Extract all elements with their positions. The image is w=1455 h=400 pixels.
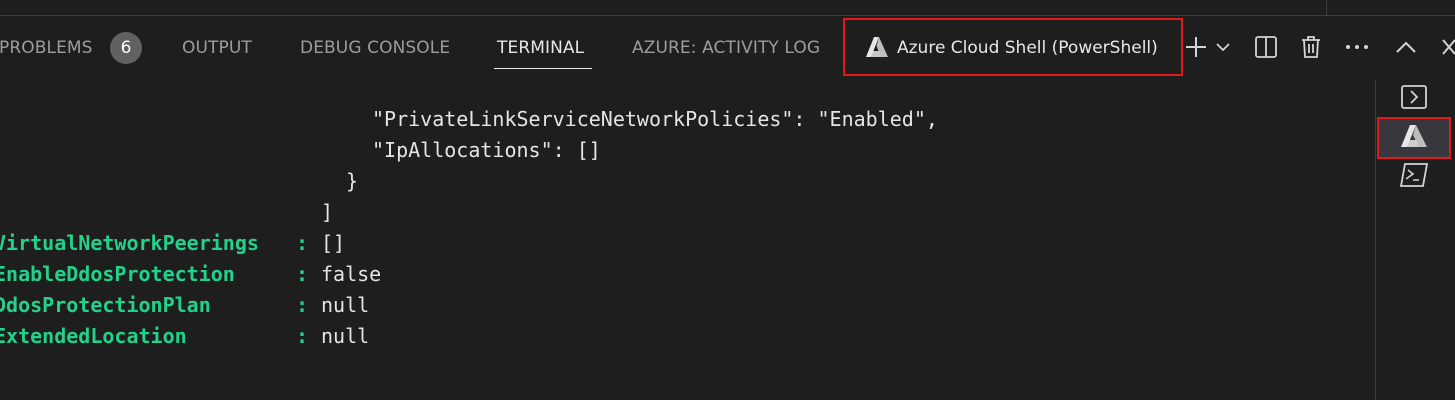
terminal-instance-label: Azure Cloud Shell (PowerShell)	[897, 38, 1158, 58]
chevron-down-icon[interactable]	[1212, 34, 1234, 60]
tab-output[interactable]: OUTPUT	[182, 38, 252, 58]
property-separator: :	[296, 324, 309, 348]
property-value: null	[321, 324, 370, 348]
terminal-line: "PrivateLinkServiceNetworkPolicies": "En…	[372, 107, 938, 131]
add-icon[interactable]	[1183, 34, 1209, 60]
tab-debug-console[interactable]: DEBUG CONSOLE	[300, 38, 450, 58]
azure-icon	[1400, 124, 1428, 152]
terminal-instance-azure-cloud-shell[interactable]: Azure Cloud Shell (PowerShell)	[843, 18, 1183, 76]
chevron-right-box-icon	[1400, 84, 1428, 114]
property-value: null	[321, 293, 370, 317]
property-key: DdosProtectionPlan	[0, 293, 211, 317]
terminal-list-item-default[interactable]	[1379, 80, 1449, 118]
active-tab-indicator	[494, 68, 592, 69]
property-separator: :	[296, 231, 309, 255]
property-value: false	[321, 262, 382, 286]
top-strip	[0, 0, 1455, 16]
terminal-list-sidebar	[1375, 80, 1455, 400]
property-key: EnableDdosProtection	[0, 262, 235, 286]
property-key: ExtendedLocation	[0, 324, 187, 348]
property-separator: :	[296, 293, 309, 317]
panel-tab-bar: PROBLEMS 6 OUTPUT DEBUG CONSOLE TERMINAL…	[0, 16, 1455, 80]
split-icon[interactable]	[1253, 34, 1279, 60]
powershell-icon	[1399, 162, 1429, 192]
trash-icon[interactable]	[1298, 34, 1324, 60]
chevron-up-icon[interactable]	[1393, 34, 1419, 60]
tab-azure-activity-log[interactable]: AZURE: ACTIVITY LOG	[632, 38, 820, 58]
terminal-line: }	[346, 169, 359, 193]
tab-problems[interactable]: PROBLEMS	[0, 38, 93, 58]
terminal-line: ]	[321, 200, 334, 224]
top-divider	[1326, 0, 1327, 15]
terminal-list-item-powershell[interactable]	[1379, 158, 1449, 196]
terminal-line: "IpAllocations": []	[372, 138, 601, 162]
more-icon[interactable]	[1344, 34, 1370, 60]
azure-icon	[865, 36, 889, 62]
tab-terminal[interactable]: TERMINAL	[497, 38, 584, 58]
terminal-list-item-azure[interactable]	[1377, 117, 1451, 159]
terminal-output[interactable]: "PrivateLinkServiceNetworkPolicies": "En…	[0, 104, 1370, 374]
property-value: []	[321, 231, 346, 255]
property-separator: :	[296, 262, 309, 286]
close-icon[interactable]	[1437, 34, 1455, 60]
problems-count-badge: 6	[110, 32, 142, 64]
property-key: VirtualNetworkPeerings	[0, 231, 259, 255]
